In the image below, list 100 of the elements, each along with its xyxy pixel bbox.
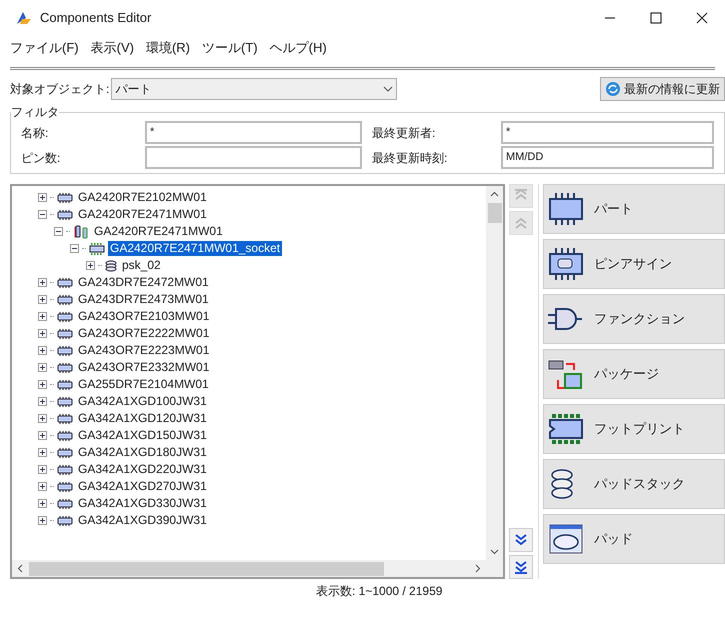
editor-button[interactable]: パッドスタック [543, 459, 725, 509]
refresh-icon [605, 81, 621, 97]
tree-item[interactable]: GA243OR7E2103MW01 [76, 309, 212, 324]
tree-item[interactable]: GA2420R7E2471MW01 [76, 207, 209, 222]
filter-field[interactable] [145, 146, 362, 169]
chip-icon [57, 380, 73, 390]
filter-field[interactable]: MM/DD [501, 146, 714, 169]
menu-item[interactable]: 表示(V) [90, 38, 134, 58]
plus-icon [39, 415, 46, 422]
tree-item[interactable]: GA342A1XGD220JW31 [76, 462, 209, 477]
editor-button[interactable]: ピンアサイン [543, 239, 725, 289]
chip-icon [57, 414, 73, 424]
chip-icon [57, 516, 73, 526]
package-icon [73, 224, 89, 238]
chip-icon [548, 193, 584, 225]
padstack-icon [105, 260, 117, 272]
expand-toggle[interactable] [38, 397, 47, 406]
expand-toggle[interactable] [38, 448, 47, 457]
tree-item[interactable]: GA243OR7E2332MW01 [76, 360, 212, 375]
tree-item[interactable]: GA342A1XGD120JW31 [76, 411, 209, 426]
tree-item[interactable]: GA255DR7E2104MW01 [76, 377, 211, 392]
plus-icon [39, 279, 46, 286]
editor-button[interactable]: ファンクション [543, 294, 725, 344]
footprint-icon [548, 413, 584, 445]
expand-toggle[interactable] [38, 516, 47, 525]
expand-toggle[interactable] [38, 499, 47, 508]
expand-toggle[interactable] [38, 312, 47, 321]
expand-toggle[interactable] [38, 465, 47, 474]
tree-item[interactable]: GA243OR7E2223MW01 [76, 343, 212, 358]
menu-item[interactable]: ヘルプ(H) [270, 38, 327, 58]
field-label: 最終更新時刻: [371, 150, 448, 166]
minus-icon [55, 228, 62, 235]
expand-toggle[interactable] [38, 431, 47, 440]
minus-icon [71, 245, 78, 252]
expand-toggle[interactable] [38, 363, 47, 372]
tree-item[interactable]: GA342A1XGD100JW31 [76, 394, 209, 409]
plus-icon [39, 296, 46, 303]
expand-toggle[interactable] [86, 261, 95, 270]
field-label: 名称: [21, 124, 50, 142]
tree-item[interactable]: GA243DR7E2473MW01 [76, 292, 211, 307]
double-chevron-icon [513, 215, 529, 231]
maximize-icon[interactable] [650, 12, 662, 24]
tree-item[interactable]: GA342A1XGD330JW31 [76, 496, 209, 511]
expand-toggle[interactable] [38, 329, 47, 338]
expand-toggle[interactable] [38, 346, 47, 355]
object-dropdown[interactable]: パート [111, 78, 398, 100]
tree-item[interactable]: GA2420R7E2471MW01 [92, 224, 225, 239]
double-chevron-icon [513, 532, 529, 548]
filter-field[interactable]: * [501, 121, 714, 144]
chip-icon [57, 278, 73, 288]
tree-item[interactable]: psk_02 [120, 258, 163, 273]
expand-toggle[interactable] [38, 482, 47, 491]
plus-icon [87, 262, 94, 269]
editor-button[interactable]: フットプリント [543, 404, 725, 454]
tree-item[interactable]: GA2420R7E2102MW01 [76, 190, 209, 205]
chip-icon [57, 210, 73, 220]
collapse-toggle[interactable] [38, 210, 47, 219]
vertical-scrollbar[interactable] [486, 186, 503, 560]
expand-toggle[interactable] [38, 414, 47, 423]
expand-toggle[interactable] [38, 380, 47, 389]
chevron-down-icon [383, 85, 394, 93]
plus-icon [39, 483, 46, 490]
last-page-button[interactable] [509, 555, 533, 579]
editor-button[interactable]: パッド [543, 514, 725, 564]
tree-item[interactable]: GA342A1XGD390JW31 [76, 513, 209, 528]
expand-toggle[interactable] [38, 278, 47, 287]
plus-icon [39, 466, 46, 473]
editor-button[interactable]: パート [543, 184, 725, 234]
plus-icon [39, 330, 46, 337]
collapse-toggle[interactable] [54, 227, 63, 236]
refresh-button[interactable]: 最新の情報に更新 [600, 77, 725, 101]
plus-icon [39, 364, 46, 371]
scroll-thumb[interactable] [29, 562, 384, 576]
tree-item[interactable]: GA2420R7E2471MW01_socket [108, 241, 282, 256]
tree-item[interactable]: GA342A1XGD150JW31 [76, 428, 209, 443]
editor-button[interactable]: パッケージ [543, 349, 725, 399]
plus-icon [39, 313, 46, 320]
chip-icon [57, 448, 73, 458]
chip-icon [548, 248, 584, 280]
double-chevron-icon [513, 559, 529, 575]
tree-item[interactable]: GA243DR7E2472MW01 [76, 275, 211, 290]
close-icon[interactable] [696, 12, 708, 24]
horizontal-scrollbar[interactable] [12, 560, 503, 577]
plus-icon [39, 194, 46, 201]
expand-toggle[interactable] [38, 193, 47, 202]
scroll-thumb[interactable] [488, 203, 502, 223]
next-page-button[interactable] [509, 528, 533, 552]
collapse-toggle[interactable] [70, 244, 79, 253]
tree-item[interactable]: GA342A1XGD180JW31 [76, 445, 209, 460]
expand-toggle[interactable] [38, 295, 47, 304]
menu-item[interactable]: ツール(T) [202, 38, 258, 58]
tree-item[interactable]: GA342A1XGD270JW31 [76, 479, 209, 494]
field-label: 対象オブジェクト: [10, 81, 110, 98]
menu-item[interactable]: ファイル(F) [10, 38, 79, 58]
menu-item[interactable]: 環境(R) [146, 38, 190, 58]
chip-icon [57, 192, 73, 202]
filter-field[interactable]: * [145, 121, 362, 144]
tree-item[interactable]: GA243OR7E2222MW01 [76, 326, 212, 341]
chip-icon [57, 482, 73, 492]
plus-icon [39, 381, 46, 388]
